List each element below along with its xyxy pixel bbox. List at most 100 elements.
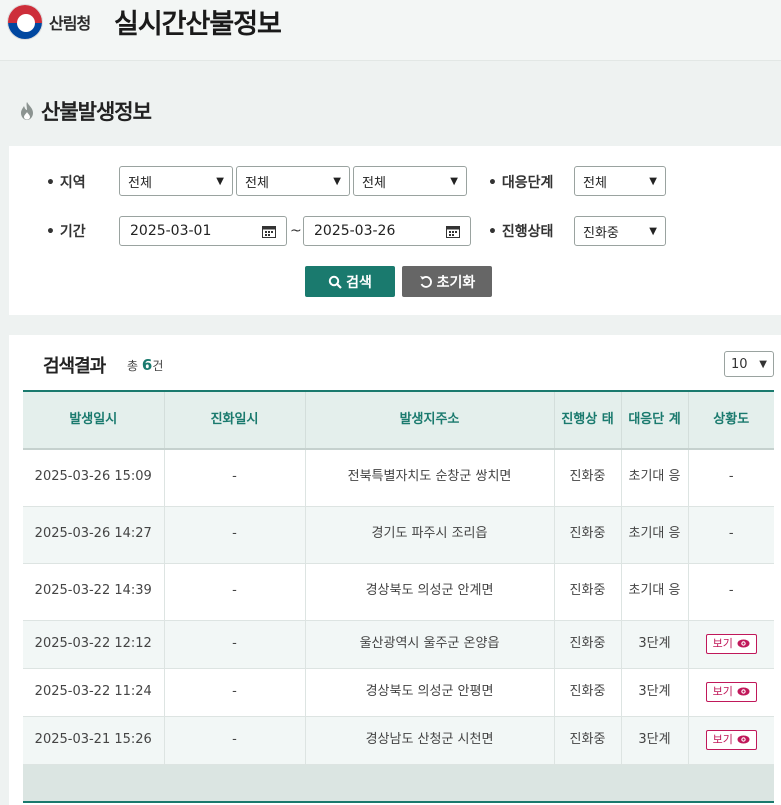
- date-to-value: 2025-03-26: [314, 223, 396, 239]
- cell-map: -: [688, 506, 774, 564]
- cell-extinguished: -: [164, 620, 306, 669]
- section-header: 산불발생정보: [18, 96, 152, 126]
- cell-address: 경상북도 의성군 안계면: [305, 563, 555, 621]
- result-panel: 검색결과 총 6건 10 ▼ 발생일시 진화일시 발생지주소 진행상 태 대응단 …: [9, 335, 781, 805]
- cell-map: 보기: [688, 620, 774, 669]
- table-row[interactable]: 2025-03-26 14:27 - 경기도 파주시 조리읍 진화중 초기대 응…: [23, 506, 774, 564]
- view-map-label: 보기: [712, 684, 733, 698]
- fire-icon: [21, 102, 33, 120]
- cell-status: 진화중: [554, 620, 622, 669]
- cell-status: 진화중: [554, 716, 622, 765]
- cell-level: 초기대 응: [621, 449, 689, 507]
- region-select-1[interactable]: 전체 ▼: [119, 166, 233, 196]
- cell-status: 진화중: [554, 449, 622, 507]
- response-level-value: 전체: [583, 175, 607, 191]
- view-map-button[interactable]: 보기: [705, 681, 757, 703]
- search-button-label: 검색: [346, 274, 372, 291]
- status-value: 진화중: [583, 225, 619, 241]
- total-prefix: 총: [127, 359, 139, 373]
- fire-results-table: 발생일시 진화일시 발생지주소 진행상 태 대응단 계 상황도 2025-03-…: [23, 390, 774, 803]
- cell-extinguished: -: [164, 563, 306, 621]
- status-select[interactable]: 진화중 ▼: [574, 216, 666, 246]
- table-header-row: 발생일시 진화일시 발생지주소 진행상 태 대응단 계 상황도: [23, 391, 774, 450]
- app-title[interactable]: 실시간산불정보: [114, 2, 282, 41]
- cell-level: 초기대 응: [621, 506, 689, 564]
- org-name: 산림청: [49, 14, 91, 33]
- calendar-icon[interactable]: [446, 225, 460, 238]
- date-range-separator: ~: [290, 223, 302, 239]
- cell-extinguished: -: [164, 506, 306, 564]
- page-size-select[interactable]: 10 ▼: [724, 351, 774, 377]
- cell-level: 초기대 응: [621, 563, 689, 621]
- cell-extinguished: -: [164, 716, 306, 765]
- table-row[interactable]: 2025-03-22 14:39 - 경상북도 의성군 안계면 진화중 초기대 …: [23, 563, 774, 621]
- chevron-down-icon: ▼: [759, 358, 767, 370]
- cell-address: 경상남도 산청군 시천면: [305, 716, 555, 765]
- cell-level: 3단계: [621, 716, 689, 765]
- cell-occurred: 2025-03-26 15:09: [23, 449, 165, 507]
- result-total: 총 6건: [127, 356, 163, 374]
- col-status: 진행상 태: [554, 391, 622, 450]
- forest-service-logo[interactable]: 산림청: [7, 4, 91, 40]
- top-header: 산림청 실시간산불정보: [0, 0, 781, 61]
- section-title: 산불발생정보: [41, 100, 152, 124]
- cell-address: 전북특별자치도 순창군 쌍치면: [305, 449, 555, 507]
- table-row[interactable]: 2025-03-22 12:12 - 울산광역시 울주군 온양읍 진화중 3단계…: [23, 620, 774, 669]
- search-icon: [328, 275, 342, 289]
- cell-occurred: 2025-03-26 14:27: [23, 506, 165, 564]
- date-from-input[interactable]: 2025-03-01: [119, 216, 287, 246]
- cell-occurred: 2025-03-22 14:39: [23, 563, 165, 621]
- chevron-down-icon: ▼: [216, 175, 224, 187]
- cell-map: -: [688, 563, 774, 621]
- cell-occurred: 2025-03-22 11:24: [23, 668, 165, 717]
- cell-level: 3단계: [621, 620, 689, 669]
- view-map-button[interactable]: 보기: [705, 729, 757, 751]
- eye-icon: [737, 735, 750, 744]
- taegeuk-emblem-icon: [7, 4, 43, 40]
- region-select-3-value: 전체: [362, 175, 386, 191]
- cell-address: 경상북도 의성군 안평면: [305, 668, 555, 717]
- region-select-3[interactable]: 전체 ▼: [353, 166, 467, 196]
- cell-map: -: [688, 449, 774, 507]
- date-to-input[interactable]: 2025-03-26: [303, 216, 471, 246]
- region-select-2[interactable]: 전체 ▼: [236, 166, 350, 196]
- result-title: 검색결과: [43, 356, 106, 377]
- table-row[interactable]: 2025-03-26 15:09 - 전북특별자치도 순창군 쌍치면 진화중 초…: [23, 449, 774, 507]
- search-button[interactable]: 검색: [305, 266, 395, 297]
- view-map-button[interactable]: 보기: [705, 633, 757, 655]
- reset-button-label: 초기화: [436, 274, 476, 291]
- view-map-label: 보기: [712, 636, 733, 650]
- cell-address: 울산광역시 울주군 온양읍: [305, 620, 555, 669]
- col-map: 상황도: [688, 391, 774, 450]
- col-level: 대응단 계: [621, 391, 689, 450]
- date-from-value: 2025-03-01: [130, 223, 212, 239]
- region-select-2-value: 전체: [245, 175, 269, 191]
- chevron-down-icon: ▼: [649, 175, 657, 187]
- cell-map: 보기: [688, 668, 774, 717]
- cell-extinguished: -: [164, 449, 306, 507]
- period-label: 기간: [46, 221, 86, 241]
- calendar-icon[interactable]: [262, 225, 276, 238]
- chevron-down-icon: ▼: [450, 175, 458, 187]
- total-count: 6: [141, 356, 153, 374]
- reset-button[interactable]: 초기화: [402, 266, 492, 297]
- cell-level: 3단계: [621, 668, 689, 717]
- table-empty-row: [23, 764, 774, 803]
- status-label: 진행상태: [488, 221, 554, 241]
- view-map-label: 보기: [712, 732, 733, 746]
- chevron-down-icon: ▼: [333, 175, 341, 187]
- eye-icon: [737, 687, 750, 696]
- empty-cell: [23, 764, 774, 803]
- response-level-label: 대응단계: [488, 172, 554, 192]
- col-occurred: 발생일시: [23, 391, 165, 450]
- chevron-down-icon: ▼: [649, 225, 657, 237]
- cell-status: 진화중: [554, 563, 622, 621]
- cell-status: 진화중: [554, 506, 622, 564]
- cell-occurred: 2025-03-21 15:26: [23, 716, 165, 765]
- table-row[interactable]: 2025-03-22 11:24 - 경상북도 의성군 안평면 진화중 3단계 …: [23, 668, 774, 717]
- cell-address: 경기도 파주시 조리읍: [305, 506, 555, 564]
- cell-map: 보기: [688, 716, 774, 765]
- response-level-select[interactable]: 전체 ▼: [574, 166, 666, 196]
- total-suffix: 건: [152, 359, 164, 373]
- table-row[interactable]: 2025-03-21 15:26 - 경상남도 산청군 시천면 진화중 3단계 …: [23, 716, 774, 765]
